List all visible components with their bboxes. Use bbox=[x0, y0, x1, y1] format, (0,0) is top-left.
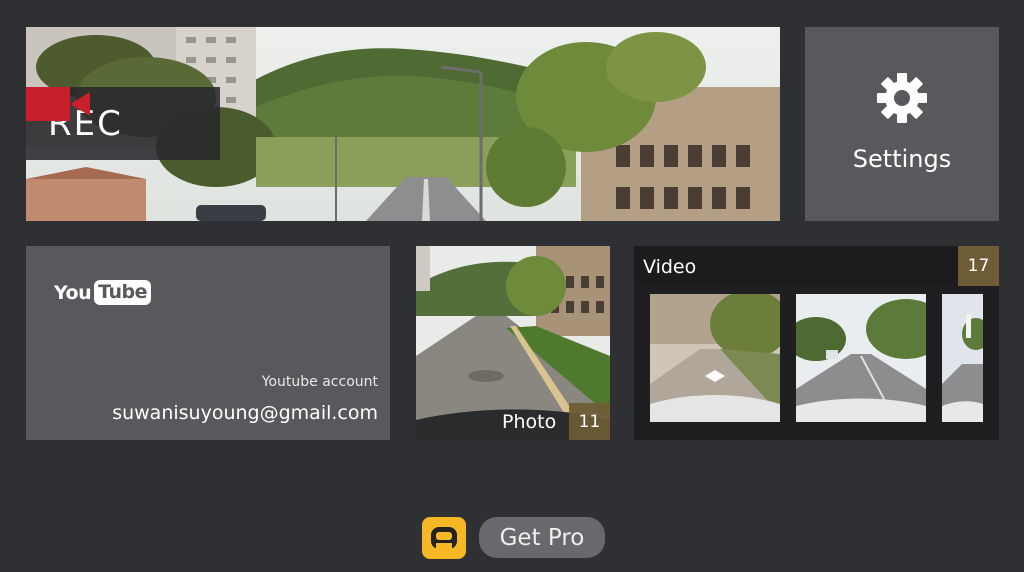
video-thumbnail[interactable] bbox=[796, 294, 926, 422]
video-count-badge: 17 bbox=[958, 246, 999, 286]
video-thumbnail[interactable] bbox=[650, 294, 780, 422]
youtube-account-label: Youtube account bbox=[261, 374, 378, 390]
youtube-logo-tube: Tube bbox=[94, 280, 151, 305]
record-tile[interactable]: REC bbox=[26, 27, 780, 221]
settings-tile[interactable]: Settings bbox=[805, 27, 999, 221]
youtube-logo-you: You bbox=[54, 281, 92, 304]
get-pro-button[interactable]: Get Pro bbox=[479, 517, 605, 558]
video-header: Video 17 bbox=[634, 246, 999, 286]
app-logo-icon[interactable] bbox=[422, 517, 466, 559]
youtube-logo: You Tube bbox=[54, 280, 151, 305]
record-badge[interactable]: REC bbox=[26, 87, 220, 160]
settings-label: Settings bbox=[852, 145, 952, 173]
photo-tile[interactable]: Photo 11 bbox=[416, 246, 610, 440]
video-thumbnail[interactable] bbox=[942, 294, 983, 422]
video-label: Video bbox=[643, 256, 697, 278]
youtube-account-email: suwanisuyoung@gmail.com bbox=[112, 402, 378, 424]
video-tile[interactable]: Video 17 bbox=[634, 246, 999, 440]
photo-label: Photo bbox=[502, 411, 557, 433]
youtube-account-tile[interactable]: You Tube Youtube account suwanisuyoung@g… bbox=[26, 246, 390, 440]
gear-icon bbox=[877, 73, 927, 123]
photo-count-badge: 11 bbox=[569, 403, 610, 440]
